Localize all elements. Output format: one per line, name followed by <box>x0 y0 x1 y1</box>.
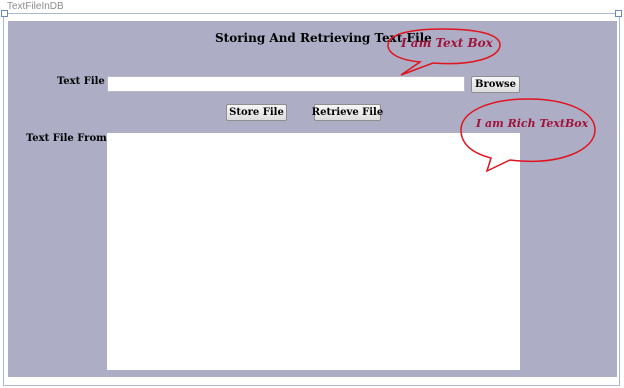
richtextbox-callout-bubble <box>460 98 596 173</box>
textbox-callout-text: I am Text Box <box>401 36 493 50</box>
richtextbox-callout-text: I am Rich TextBox <box>476 117 589 130</box>
callout-shapes <box>387 28 596 173</box>
